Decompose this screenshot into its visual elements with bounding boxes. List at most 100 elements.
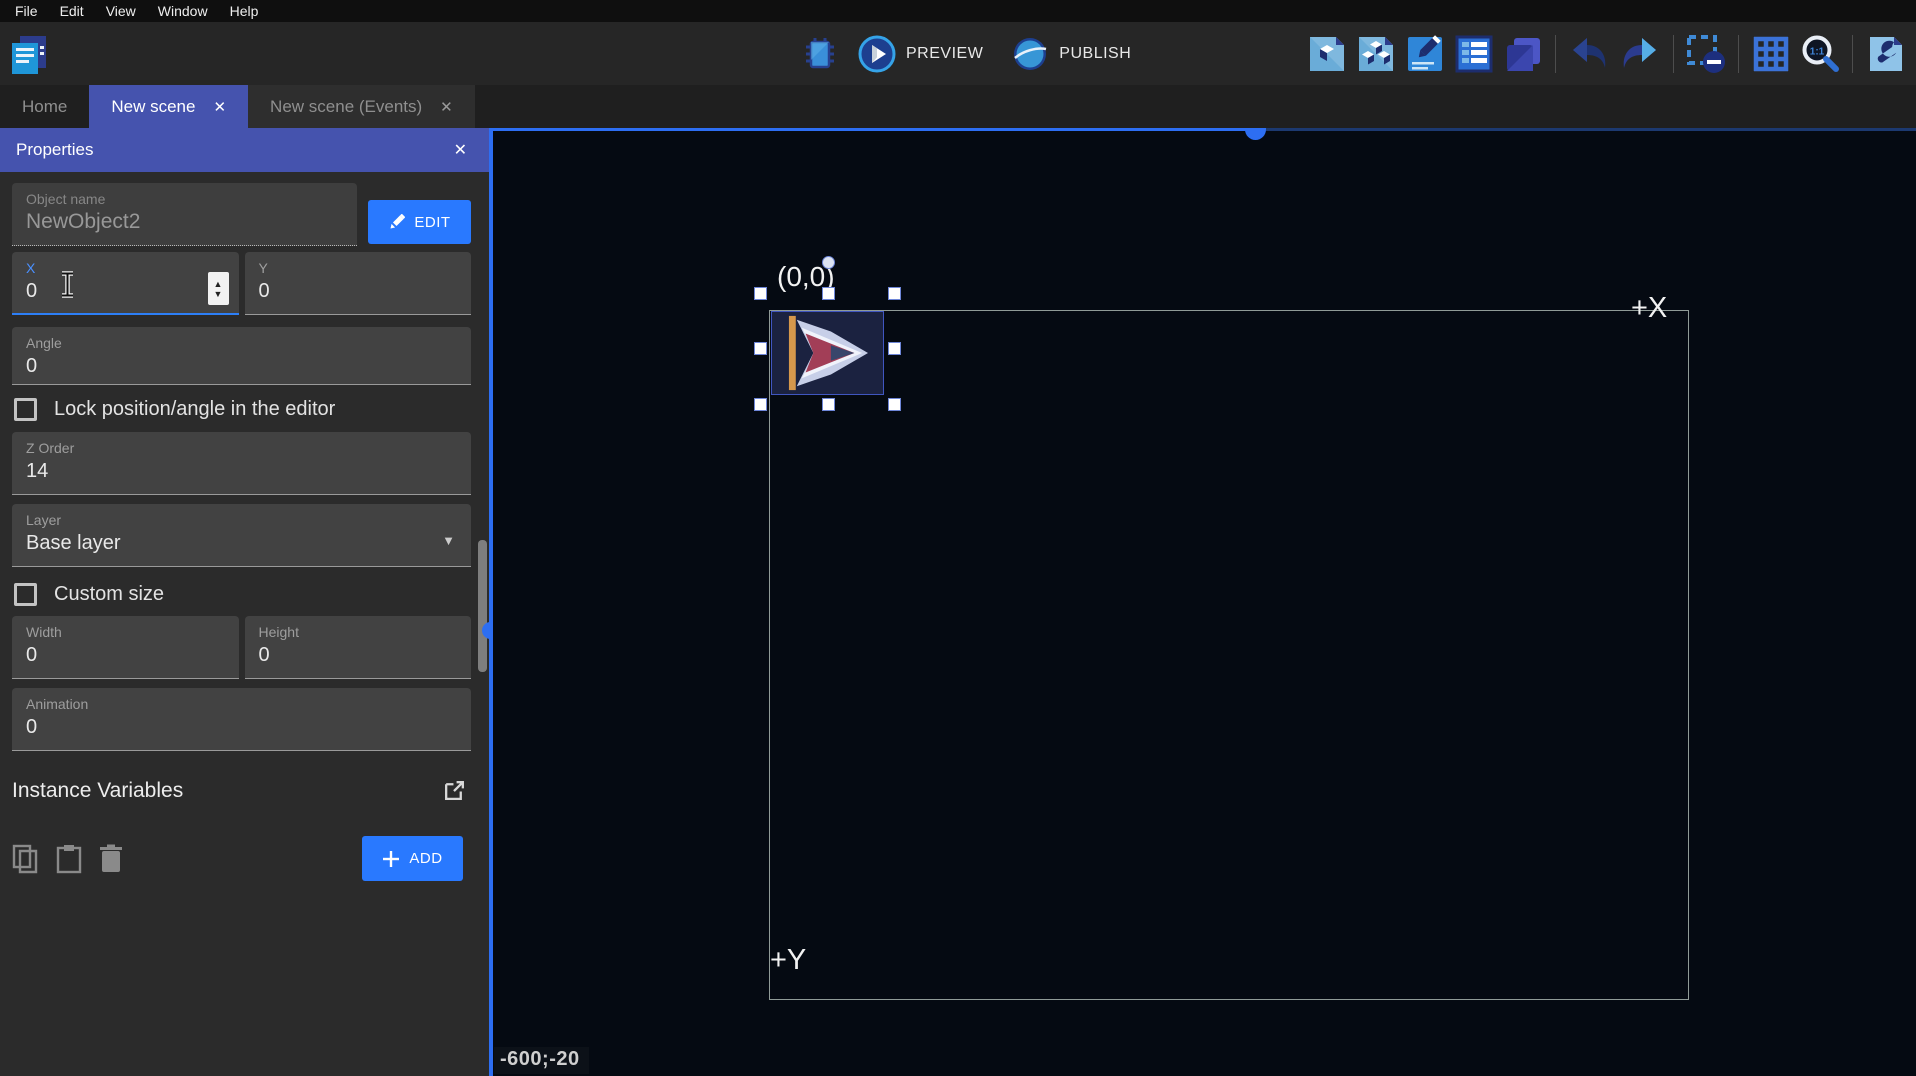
rotation-handle[interactable] (822, 256, 835, 269)
scene-canvas[interactable]: (0,0) +X +Y -600;-20 (493, 128, 1916, 1076)
width-value: 0 (26, 641, 225, 669)
resize-handle-bottom-center[interactable] (822, 398, 835, 411)
tools-icon[interactable] (1864, 33, 1906, 75)
layers-icon[interactable] (1502, 33, 1544, 75)
y-value: 0 (259, 277, 458, 305)
grid-icon[interactable] (1750, 33, 1792, 75)
add-button-label: ADD (409, 850, 442, 867)
y-axis-label: +Y (770, 944, 806, 977)
publish-button[interactable]: PUBLISH (1059, 45, 1131, 63)
toolbar-separator (1852, 35, 1853, 73)
edit-button-label: EDIT (414, 214, 450, 231)
panel-scrollbar[interactable] (478, 540, 487, 672)
menu-file[interactable]: File (4, 1, 49, 21)
menu-window[interactable]: Window (147, 1, 219, 21)
tab-close-icon[interactable]: ✕ (440, 98, 453, 116)
preview-button[interactable]: PREVIEW (906, 45, 983, 63)
edit-objects-icon[interactable] (1355, 33, 1397, 75)
resize-handle-top-center[interactable] (822, 287, 835, 300)
edit-scene-icon[interactable] (1306, 33, 1348, 75)
menu-help[interactable]: Help (219, 1, 270, 21)
tab-close-icon[interactable]: ✕ (213, 98, 226, 116)
object-name-value: NewObject2 (26, 208, 343, 236)
resize-handle-bottom-left[interactable] (754, 398, 767, 411)
svg-text:1:1: 1:1 (1810, 46, 1825, 57)
width-field[interactable]: Width 0 (12, 616, 239, 679)
custom-size-label: Custom size (54, 583, 164, 606)
lock-position-checkbox[interactable] (14, 398, 37, 421)
pencil-icon (388, 214, 405, 231)
paste-icon[interactable] (56, 844, 82, 874)
main-toolbar: PREVIEW PUBLISH (0, 22, 1916, 85)
resize-handle-bottom-right[interactable] (888, 398, 901, 411)
selected-sprite-instance[interactable] (771, 311, 884, 395)
resize-handle-middle-left[interactable] (754, 342, 767, 355)
resize-handle-middle-right[interactable] (888, 342, 901, 355)
top-divider-drag-handle[interactable] (1245, 128, 1266, 140)
panel-close-icon[interactable]: ✕ (448, 138, 473, 162)
z-order-value: 14 (26, 457, 457, 485)
angle-label: Angle (26, 335, 457, 352)
menu-edit[interactable]: Edit (49, 1, 95, 21)
animation-field[interactable]: Animation 0 (12, 688, 471, 751)
z-order-field[interactable]: Z Order 14 (12, 432, 471, 495)
width-label: Width (26, 624, 225, 641)
toolbar-separator (1673, 35, 1674, 73)
menu-view[interactable]: View (95, 1, 147, 21)
height-field[interactable]: Height 0 (245, 616, 472, 679)
project-manager-icon[interactable] (10, 34, 48, 76)
x-spinner[interactable]: ▲ ▼ (208, 272, 229, 305)
debug-icon[interactable] (800, 34, 840, 74)
spaceship-sprite (772, 312, 883, 394)
animation-label: Animation (26, 696, 457, 713)
canvas-top-divider[interactable] (493, 128, 1255, 131)
text-cursor-icon (60, 271, 75, 303)
trash-icon[interactable] (99, 844, 123, 874)
instance-variables-title: Instance Variables (12, 779, 183, 803)
toolbar-separator (1738, 35, 1739, 73)
copy-icon[interactable] (12, 844, 39, 874)
open-in-new-icon[interactable] (442, 778, 467, 803)
tab-new-scene-events[interactable]: New scene (Events) ✕ (248, 85, 475, 128)
tab-home-label: Home (22, 97, 67, 117)
tab-home[interactable]: Home (0, 85, 89, 128)
x-value: 0 (26, 277, 225, 305)
undo-icon[interactable] (1567, 34, 1611, 74)
cursor-coordinates-readout: -600;-20 (494, 1047, 589, 1074)
spinner-down-icon[interactable]: ▼ (214, 289, 223, 299)
preview-play-icon[interactable] (858, 35, 896, 73)
publish-globe-icon[interactable] (1011, 35, 1049, 73)
resize-handle-top-right[interactable] (888, 287, 901, 300)
redo-icon[interactable] (1618, 34, 1662, 74)
z-order-label: Z Order (26, 440, 457, 457)
plus-icon (382, 850, 400, 868)
spinner-up-icon[interactable]: ▲ (214, 279, 223, 289)
custom-size-checkbox[interactable] (14, 583, 37, 606)
angle-field[interactable]: Angle 0 (12, 327, 471, 385)
y-position-field[interactable]: Y 0 (245, 252, 472, 315)
zoom-1-1-icon[interactable]: 1:1 (1799, 33, 1841, 75)
menu-bar: File Edit View Window Help (0, 0, 1916, 22)
chevron-down-icon: ▼ (442, 533, 455, 548)
add-variable-button[interactable]: ADD (362, 836, 463, 881)
layer-value: Base layer (26, 529, 457, 557)
object-name-label: Object name (26, 191, 343, 208)
x-position-field[interactable]: X 0 ▲ ▼ (12, 252, 239, 315)
tab-new-scene[interactable]: New scene ✕ (89, 85, 248, 128)
tab-new-scene-label: New scene (111, 97, 195, 117)
canvas-top-divider-dark (1255, 128, 1916, 131)
layer-select[interactable]: Layer Base layer ▼ (12, 504, 471, 567)
resize-handle-top-left[interactable] (754, 287, 767, 300)
animation-value: 0 (26, 713, 457, 741)
deselect-icon[interactable] (1685, 33, 1727, 75)
y-label: Y (259, 260, 458, 277)
edit-events-icon[interactable] (1404, 33, 1446, 75)
x-axis-label: +X (1631, 292, 1667, 325)
angle-value: 0 (26, 352, 457, 380)
object-name-field: Object name NewObject2 (12, 183, 357, 246)
edit-object-button[interactable]: EDIT (368, 200, 471, 244)
instances-list-icon[interactable] (1453, 33, 1495, 75)
toolbar-separator (1555, 35, 1556, 73)
layer-label: Layer (26, 512, 457, 529)
properties-title: Properties (16, 140, 93, 160)
